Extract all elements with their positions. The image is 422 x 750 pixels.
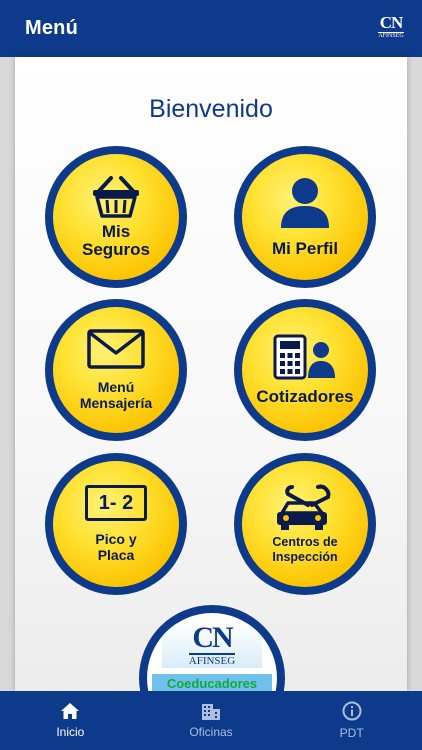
- centros-inspeccion-button[interactable]: Centros de Inspección: [234, 453, 376, 595]
- mis-seguros-label-line1: Mis: [101, 222, 131, 241]
- pico-y-placa-button[interactable]: 1- 2 Pico y Placa: [45, 453, 187, 595]
- cotizadores-face: Cotizadores: [242, 307, 368, 433]
- tab-inicio[interactable]: Inicio: [0, 691, 141, 750]
- coeducadores-button[interactable]: CN AFINSEG Coeducadores: [139, 605, 285, 691]
- pico-y-placa-label-line2: Placa: [97, 547, 135, 563]
- centros-inspeccion-label-line1: Centros de: [272, 535, 338, 549]
- envelope-icon: [87, 329, 145, 369]
- brand-logo-text: CN: [379, 12, 404, 32]
- menu-mensajeria-label-line1: Menú: [97, 379, 135, 395]
- shopping-basket-icon: [93, 176, 139, 218]
- menu-mensajeria-face: Menú Mensajería: [53, 307, 179, 433]
- app-bar: Menú CN AFINSEG: [0, 0, 422, 57]
- mis-seguros-face: Mis Seguros: [53, 154, 179, 280]
- car-wrench-icon: [277, 484, 331, 530]
- brand-logo-subtext: AFINSEG: [378, 31, 404, 39]
- centros-inspeccion-face: Centros de Inspección: [242, 461, 368, 587]
- cotizadores-label: Cotizadores: [256, 387, 354, 406]
- coeducadores-band: Coeducadores: [152, 674, 272, 691]
- app-title: Menú: [25, 17, 79, 39]
- mi-perfil-face: Mi Perfil: [242, 154, 368, 280]
- bottom-tab-bar: Inicio Oficinas PDT: [0, 691, 422, 750]
- pico-y-placa-face: 1- 2 Pico y Placa: [53, 461, 179, 587]
- mi-perfil-label: Mi Perfil: [271, 239, 339, 258]
- mis-seguros-button[interactable]: Mis Seguros: [45, 146, 187, 288]
- brand-logo: CN AFINSEG: [372, 12, 410, 44]
- coeducadores-logo-subtext: AFINSEG: [188, 653, 236, 667]
- mis-seguros-label-line2: Seguros: [81, 240, 151, 259]
- coeducadores-logo-text: CN: [192, 621, 233, 654]
- home-icon: [61, 703, 80, 719]
- coeducadores-label: Coeducadores: [166, 676, 258, 691]
- coeducadores-face: CN AFINSEG Coeducadores: [147, 613, 277, 691]
- menu-mensajeria-label-line2: Mensajería: [79, 395, 153, 411]
- calculator-user-icon: [273, 334, 335, 380]
- welcome-heading: Bienvenido: [149, 95, 273, 123]
- menu-mensajeria-button[interactable]: Menú Mensajería: [45, 299, 187, 441]
- menu-content: Bienvenido Mis Seguros Mi Perfil Menú Me…: [15, 57, 407, 691]
- coeducadores-logo: CN AFINSEG: [162, 623, 262, 668]
- license-plate-icon: 1- 2: [85, 485, 147, 521]
- pico-y-placa-label-line1: Pico y: [95, 531, 137, 547]
- building-icon: [202, 704, 220, 720]
- tab-pdt-label: PDT: [339, 726, 364, 740]
- mi-perfil-button[interactable]: Mi Perfil: [234, 146, 376, 288]
- info-icon: [342, 701, 362, 721]
- tab-pdt[interactable]: PDT: [281, 691, 422, 750]
- centros-inspeccion-label-line2: Inspección: [272, 550, 338, 564]
- tab-oficinas-label: Oficinas: [189, 725, 233, 739]
- tab-oficinas[interactable]: Oficinas: [141, 691, 282, 750]
- tab-inicio-label: Inicio: [56, 725, 85, 739]
- cotizadores-button[interactable]: Cotizadores: [234, 299, 376, 441]
- user-icon: [281, 178, 329, 228]
- license-plate-text: 1- 2: [98, 491, 134, 514]
